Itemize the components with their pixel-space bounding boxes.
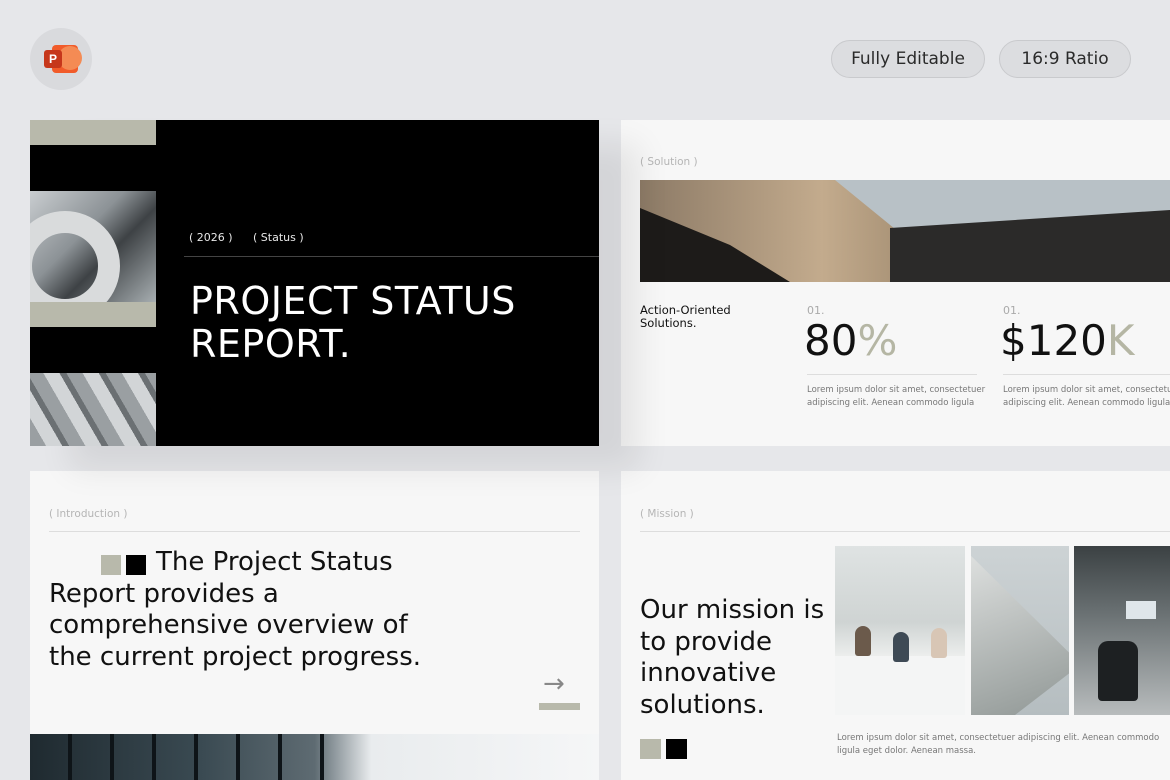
section-label: ( Mission ) <box>640 508 694 520</box>
section-label: ( Solution ) <box>640 156 698 168</box>
accent-band <box>30 120 156 145</box>
black-square <box>666 739 687 759</box>
cover-tag: ( Status ) <box>253 231 304 244</box>
divider <box>640 531 1170 532</box>
building-photo <box>30 734 599 780</box>
stat-value: 80% <box>804 316 897 365</box>
stat-description-line: Lorem ipsum dolor sit amet, consectetuer <box>807 385 986 395</box>
ratio-badge: 16:9 Ratio <box>999 40 1131 78</box>
office-photo <box>1074 546 1170 715</box>
concrete-wall-photo <box>640 180 1170 282</box>
stat-description-line: Lorem ipsum dolor sit amet, consectetuer <box>1003 385 1170 395</box>
accent-square <box>640 739 661 759</box>
slide-cover[interactable]: ( 2026 ) ( Status ) PROJECT STATUS REPOR… <box>30 120 599 446</box>
stat-description: Lorem ipsum dolor sit amet, consectetuer… <box>807 384 985 410</box>
architecture-photo <box>971 546 1069 715</box>
cover-title: PROJECT STATUS REPORT. <box>190 279 516 366</box>
stat-value: $120K <box>1000 316 1134 365</box>
powerpoint-letter: P <box>44 50 62 68</box>
powerpoint-icon: P <box>30 28 92 90</box>
stat-description-line: adipiscing elit. Aenean commodo ligula <box>807 398 975 408</box>
facade-photo <box>30 373 156 446</box>
divider <box>184 256 599 257</box>
arrow-right-icon: → <box>543 669 565 699</box>
divider <box>1003 374 1170 375</box>
mission-text: Our mission is to provide innovative sol… <box>640 595 825 720</box>
intro-text: The Project Status Report provides a com… <box>49 547 421 672</box>
accent-band <box>30 302 156 327</box>
cover-year: ( 2026 ) <box>189 231 233 244</box>
slide-mission[interactable]: ( Mission ) Our mission is to provide in… <box>621 471 1170 780</box>
stat-suffix: K <box>1106 316 1135 365</box>
slide-solution[interactable]: ( Solution ) Action-Oriented Solutions. … <box>621 120 1170 446</box>
slide-introduction[interactable]: ( Introduction ) The Project Status Repo… <box>30 471 599 780</box>
meeting-photo <box>835 546 965 715</box>
stat-description: Lorem ipsum dolor sit amet, consectetuer… <box>1003 384 1170 410</box>
architecture-photo <box>30 191 156 321</box>
fully-editable-badge: Fully Editable <box>831 40 985 78</box>
divider <box>807 374 977 375</box>
stat-number: $120 <box>1000 316 1107 365</box>
stat-number: 80 <box>804 316 858 365</box>
stat-description-line: adipiscing elit. Aenean commodo ligula <box>1003 398 1170 408</box>
mission-caption: Lorem ipsum dolor sit amet, consectetuer… <box>837 733 1160 756</box>
divider <box>49 531 580 532</box>
cover-image-column <box>30 120 156 446</box>
stat-suffix: % <box>857 316 898 365</box>
section-label: ( Introduction ) <box>49 508 128 520</box>
solution-heading: Action-Oriented Solutions. <box>640 303 731 330</box>
accent-bar <box>539 703 580 710</box>
